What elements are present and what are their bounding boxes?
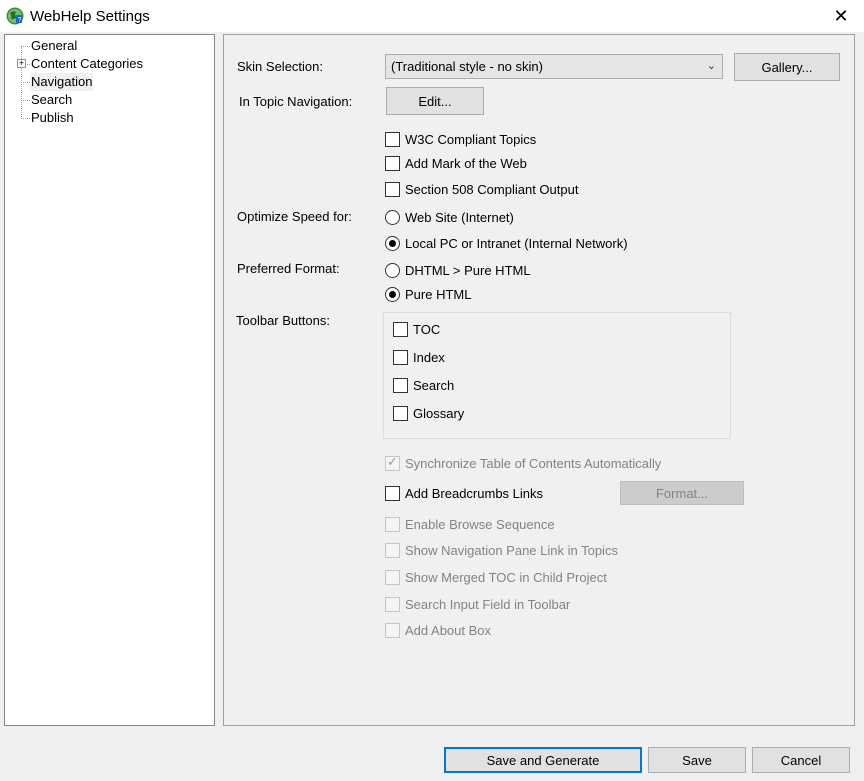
radio-label: Web Site (Internet) [405,209,514,225]
checkbox-label: Add Mark of the Web [405,155,527,171]
checkbox-label: Section 508 Compliant Output [405,181,579,197]
checkbox-box[interactable]: ✓ [385,453,400,471]
checkbox-box[interactable] [385,485,400,501]
browse-sequence-checkbox[interactable]: Enable Browse Sequence [385,515,555,533]
nav-pane-link-checkbox[interactable]: Show Navigation Pane Link in Topics [385,541,618,559]
toolbar-search-checkbox[interactable]: Search [393,376,454,394]
close-icon: ✕ [833,5,849,26]
checkbox-label: Synchronize Table of Contents Automatica… [405,455,662,471]
edit-button[interactable]: Edit... [386,87,484,115]
radio-circle[interactable] [385,235,400,251]
radio-label: Pure HTML [405,286,472,302]
breadcrumbs-checkbox[interactable]: Add Breadcrumbs Links [385,484,543,502]
skin-select[interactable]: (Traditional style - no skin) ⌄ [385,54,723,79]
radio-circle[interactable] [385,262,400,278]
tree-item-search[interactable]: Search [30,91,73,109]
title-bar: ? WebHelp Settings ✕ [0,0,864,32]
tree-connector [21,100,30,101]
skin-select-value: (Traditional style - no skin) [391,59,543,74]
tree-connector [21,46,30,47]
settings-tree[interactable]: + General Content Categories Navigation … [4,34,215,726]
checkbox-box[interactable] [393,349,408,365]
checkbox-label: Search Input Field in Toolbar [405,596,571,612]
skin-selection-label: Skin Selection: [237,59,323,74]
checkbox-label: Show Merged TOC in Child Project [405,569,607,585]
tree-item-navigation[interactable]: Navigation [30,73,94,91]
checkbox-box[interactable] [385,569,400,585]
checkbox-label: Glossary [413,405,465,421]
checkbox-box[interactable] [385,155,400,171]
sync-toc-checkbox[interactable]: ✓ Synchronize Table of Contents Automati… [385,454,661,472]
checkbox-box[interactable] [385,181,400,197]
svg-text:?: ? [18,17,22,24]
radio-web-site[interactable]: Web Site (Internet) [385,208,514,226]
radio-pure-html[interactable]: Pure HTML [385,285,471,303]
chevron-down-icon: ⌄ [706,60,716,72]
radio-circle[interactable] [385,209,400,225]
save-button[interactable]: Save [648,747,746,773]
search-input-field-checkbox[interactable]: Search Input Field in Toolbar [385,595,570,613]
checkbox-label: Add Breadcrumbs Links [405,485,544,501]
checkbox-box[interactable] [393,405,408,421]
toolbar-index-checkbox[interactable]: Index [393,348,445,366]
in-topic-navigation-label: In Topic Navigation: [239,94,353,109]
toolbar-glossary-checkbox[interactable]: Glossary [393,404,464,422]
mark-of-web-checkbox[interactable]: Add Mark of the Web [385,154,527,172]
section-508-checkbox[interactable]: Section 508 Compliant Output [385,180,578,198]
tree-item-general[interactable]: General [30,37,78,55]
radio-dhtml[interactable]: DHTML > Pure HTML [385,261,531,279]
radio-label: DHTML > Pure HTML [405,262,531,278]
tree-connector [21,82,30,83]
format-button[interactable]: Format... [620,481,744,505]
checkbox-box[interactable] [385,516,400,532]
radio-local-pc[interactable]: Local PC or Intranet (Internal Network) [385,234,628,252]
checkmark-icon: ✓ [387,453,398,469]
checkbox-box[interactable] [393,377,408,393]
checkbox-box[interactable] [393,321,408,337]
checkbox-label: Search [413,377,455,393]
radio-circle[interactable] [385,286,400,302]
checkbox-box[interactable] [385,596,400,612]
checkbox-label: Index [413,349,445,365]
toolbar-buttons-label: Toolbar Buttons: [236,313,330,328]
checkbox-label: Enable Browse Sequence [405,516,555,532]
expand-icon[interactable]: + [17,59,26,68]
checkbox-label: TOC [413,321,441,337]
cancel-button[interactable]: Cancel [752,747,850,773]
checkbox-box[interactable] [385,131,400,147]
webhelp-globe-icon: ? [6,7,24,25]
tree-item-publish[interactable]: Publish [30,109,75,127]
w3c-compliant-checkbox[interactable]: W3C Compliant Topics [385,130,536,148]
close-button[interactable]: ✕ [818,0,864,32]
save-and-generate-button[interactable]: Save and Generate [444,747,642,773]
radio-label: Local PC or Intranet (Internal Network) [405,235,628,251]
checkbox-label: W3C Compliant Topics [405,131,537,147]
optimize-speed-label: Optimize Speed for: [237,209,352,224]
checkbox-box[interactable] [385,622,400,638]
tree-item-content-categories[interactable]: Content Categories [30,55,144,73]
preferred-format-label: Preferred Format: [237,261,340,276]
merged-toc-checkbox[interactable]: Show Merged TOC in Child Project [385,568,607,586]
window-title: WebHelp Settings [30,8,150,25]
checkbox-label: Add About Box [405,622,492,638]
tree-connector [21,118,30,119]
about-box-checkbox[interactable]: Add About Box [385,621,491,639]
gallery-button[interactable]: Gallery... [734,53,840,81]
checkbox-box[interactable] [385,542,400,558]
checkbox-label: Show Navigation Pane Link in Topics [405,542,618,558]
toolbar-toc-checkbox[interactable]: TOC [393,320,440,338]
